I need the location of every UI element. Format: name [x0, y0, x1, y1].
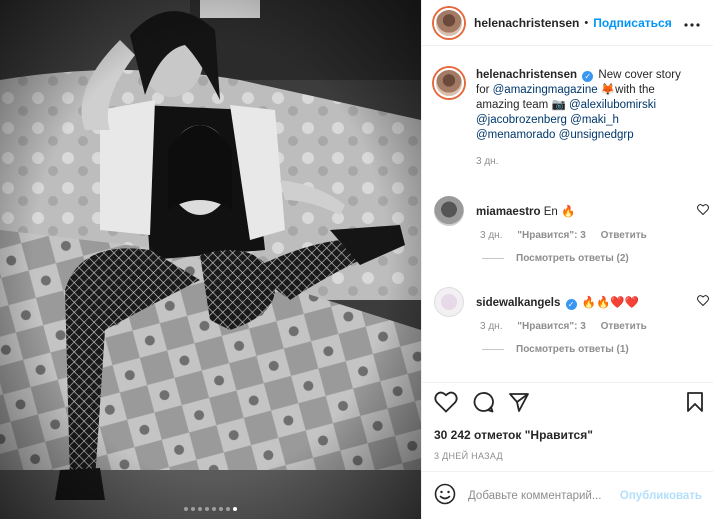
like-comment-heart-icon[interactable]	[697, 204, 709, 218]
comment-bubble-icon[interactable]	[472, 391, 494, 422]
commenter-avatar[interactable]	[434, 196, 464, 226]
comment-body: sidewalkangels ✓ 🔥🔥❤️❤️	[476, 295, 639, 310]
author-avatar[interactable]	[434, 7, 464, 38]
comment-meta: 3 дн. "Нравится": 3 Ответить	[480, 321, 709, 332]
carousel-dot	[198, 507, 202, 511]
verified-badge-icon: ✓	[565, 298, 577, 310]
more-options-icon[interactable]	[684, 14, 700, 32]
carousel-dot	[212, 507, 216, 511]
comment-row: miamaestro En 🔥	[434, 196, 709, 226]
replies-line	[482, 349, 504, 350]
view-replies-label: Посмотреть ответы (2)	[516, 253, 629, 264]
comment-time[interactable]: 3 дн.	[480, 230, 502, 241]
publish-button[interactable]: Опубликовать	[620, 490, 702, 502]
replies-line	[482, 258, 504, 259]
carousel-dot-active	[233, 507, 237, 511]
add-comment-bar: Опубликовать	[422, 471, 713, 519]
comment-text: 🔥🔥❤️❤️	[581, 296, 640, 309]
carousel-dot	[184, 507, 188, 511]
caption-username[interactable]: helenachristensen	[476, 69, 577, 81]
likes-count[interactable]: 30 242 отметок "Нравится"	[434, 428, 593, 442]
author-username[interactable]: helenachristensen	[474, 16, 579, 30]
post-sidebar: helenachristensen • Подписаться helenach…	[421, 0, 713, 519]
comment-row: sidewalkangels ✓ 🔥🔥❤️❤️	[434, 287, 709, 317]
view-replies-button[interactable]: Посмотреть ответы (1)	[482, 344, 709, 355]
post-actions	[422, 382, 713, 422]
commenter-username[interactable]: sidewalkangels	[476, 297, 560, 309]
carousel-dot	[219, 507, 223, 511]
like-heart-icon[interactable]	[434, 391, 458, 422]
comment-time[interactable]: 3 дн.	[480, 321, 502, 332]
follow-button[interactable]: Подписаться	[593, 16, 671, 30]
mention-link[interactable]: @maki_h	[570, 114, 619, 126]
fox-emoji: 🦊	[600, 84, 616, 96]
mention-link[interactable]: @menamorado	[476, 129, 555, 141]
header-separator: •	[584, 16, 589, 29]
comment-item: miamaestro En 🔥 3 дн. "Нравится": 3 Отве…	[434, 196, 709, 264]
comment-meta: 3 дн. "Нравится": 3 Ответить	[480, 230, 709, 241]
comment-text: En 🔥	[543, 206, 576, 218]
share-paper-plane-icon[interactable]	[508, 391, 530, 422]
mention-link[interactable]: @unsignedgrp	[559, 129, 634, 141]
caption-time[interactable]: 3 дн.	[476, 156, 498, 167]
mention-link[interactable]: @alexilubomirski	[569, 99, 656, 111]
save-bookmark-icon[interactable]	[686, 391, 704, 416]
comment-item: sidewalkangels ✓ 🔥🔥❤️❤️ 3 дн. "Нравится"…	[434, 287, 709, 355]
photo-illustration	[0, 0, 421, 519]
commenter-avatar[interactable]	[434, 287, 464, 317]
caption-body: helenachristensen ✓ New cover story for …	[476, 68, 696, 169]
comment-input[interactable]	[468, 489, 618, 502]
comment-likes[interactable]: "Нравится": 3	[517, 321, 586, 332]
reply-button[interactable]: Ответить	[601, 230, 647, 241]
camera-emoji: 📷	[551, 99, 566, 111]
post-photo[interactable]	[0, 0, 421, 519]
post-caption: helenachristensen ✓ New cover story for …	[434, 68, 704, 169]
commenter-username[interactable]: miamaestro	[476, 206, 541, 218]
mention-link[interactable]: @amazingmagazine	[493, 84, 598, 96]
carousel-dot	[226, 507, 230, 511]
view-replies-label: Посмотреть ответы (1)	[516, 344, 629, 355]
verified-badge-icon: ✓	[582, 71, 594, 82]
mention-link[interactable]: @jacobrozenberg	[476, 114, 567, 126]
post-header: helenachristensen • Подписаться	[422, 0, 713, 46]
reply-button[interactable]: Ответить	[601, 321, 647, 332]
post-date[interactable]: 3 ДНЕЙ НАЗАД	[434, 451, 503, 461]
carousel-dot	[205, 507, 209, 511]
carousel-indicator	[0, 507, 421, 511]
caption-avatar[interactable]	[434, 68, 464, 98]
emoji-smiley-icon[interactable]	[434, 483, 456, 508]
view-replies-button[interactable]: Посмотреть ответы (2)	[482, 253, 709, 264]
comment-likes[interactable]: "Нравится": 3	[517, 230, 586, 241]
carousel-dot	[191, 507, 195, 511]
comment-body: miamaestro En 🔥	[476, 204, 575, 218]
caption-meta: 3 дн.	[476, 154, 696, 169]
like-comment-heart-icon[interactable]	[697, 295, 709, 309]
